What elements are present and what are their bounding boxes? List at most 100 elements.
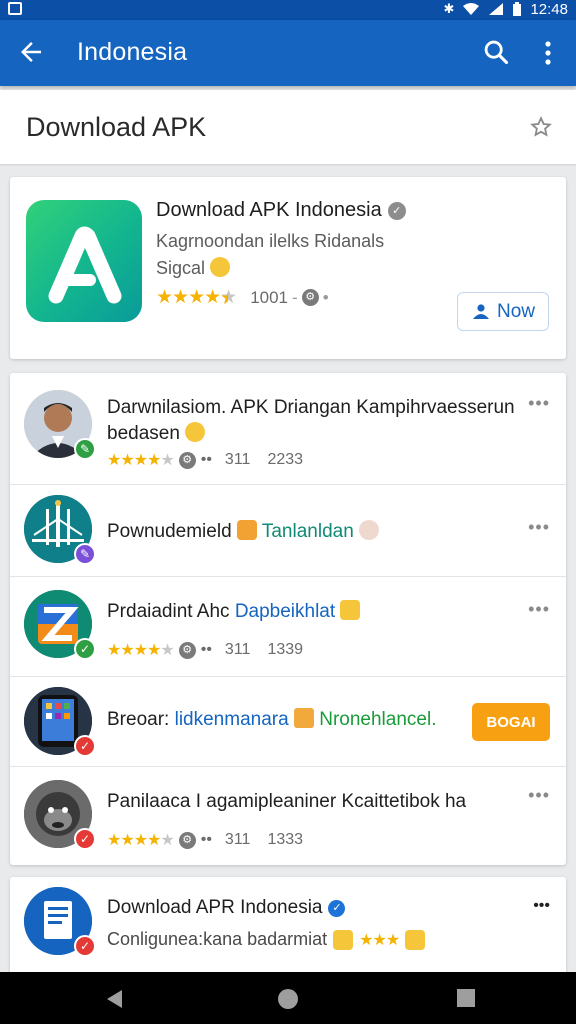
- face-emoji-icon: [236, 520, 257, 540]
- rating-count: 1001: [250, 287, 289, 307]
- bridge-avatar: ✎: [24, 495, 96, 565]
- separator-dot: •: [322, 287, 329, 307]
- app-bar: Indonesia: [0, 20, 576, 86]
- check-badge-icon: ✓: [74, 638, 96, 660]
- list-item[interactable]: ✓ Prdaiadint Ahc Dapbeikhlat ★★★★★ ⚙ •• …: [10, 577, 566, 677]
- section-header: Download APK: [0, 90, 576, 164]
- list-item-title-main: Pownudemield: [107, 521, 232, 542]
- more-options-icon[interactable]: •••: [533, 897, 550, 915]
- check-badge-icon: ✓: [74, 828, 96, 850]
- featured-rating: ★★★★★★ 1001 - ⚙ •: [156, 286, 329, 309]
- app-bar-title: Indonesia: [77, 38, 188, 66]
- meta-value-2: 2233: [267, 451, 304, 468]
- get-button[interactable]: BOGAI: [472, 703, 550, 741]
- settings-icon: ⚙: [178, 831, 196, 849]
- list-item[interactable]: ✎ Pownudemield Tanlanldan •••: [10, 485, 566, 577]
- list-item[interactable]: ✓ Panilaaca I agamipleaniner Kcaittetibo…: [10, 767, 566, 865]
- list-item[interactable]: ✓ Download APR Indonesia ✓ Conligunea:ka…: [10, 877, 566, 973]
- rating-stars: ★★★★★: [107, 642, 175, 659]
- wifi-icon: [463, 3, 480, 15]
- separator-dots: ••: [200, 641, 212, 658]
- featured-title-row: Download APK Indonesia ✓: [156, 199, 406, 222]
- nav-home-icon[interactable]: [277, 988, 299, 1010]
- notification-icon: [8, 2, 22, 15]
- list-item[interactable]: ✓ Breoar: lidkenmanara Nronehlancel. BOG…: [10, 677, 566, 767]
- search-icon[interactable]: [482, 38, 510, 66]
- lock-emoji-icon: [405, 929, 426, 950]
- settings-icon: ⚙: [178, 641, 196, 659]
- star-outline-icon[interactable]: [530, 116, 552, 138]
- list-item[interactable]: ✎ Darwnilasiom. APK Driangan Kampihrvaes…: [10, 373, 566, 485]
- list-item-title: Breoar: lidkenmanara Nronehlancel.: [107, 707, 467, 733]
- featured-app-card[interactable]: Download APK Indonesia ✓ Kagrnoondan ile…: [10, 177, 566, 359]
- bottom-item-title: Download APR Indonesia: [107, 897, 323, 918]
- settings-icon: ⚙: [178, 451, 196, 469]
- rating-stars: ★★★: [359, 931, 400, 949]
- check-badge-icon: ✓: [74, 735, 96, 757]
- z-logo-avatar: ✓: [24, 590, 96, 660]
- verified-icon: ✓: [328, 899, 346, 917]
- rating-stars: ★★★★★★: [156, 287, 237, 309]
- list-item-title-accent-2: Nronehlancel.: [319, 709, 437, 730]
- gorilla-avatar: ✓: [24, 780, 96, 850]
- more-options-icon[interactable]: •••: [528, 517, 550, 538]
- verified-icon: ✓: [387, 201, 406, 220]
- phone-avatar: ✓: [24, 687, 96, 757]
- list-item-title-text: Panilaaca I agamipleaniner Kcaittetibok …: [107, 791, 467, 812]
- person-add-icon: [472, 303, 489, 319]
- now-button[interactable]: Now: [457, 292, 549, 331]
- smile-emoji-icon: [185, 422, 206, 442]
- featured-subtitle-line2-row: Sigcal: [156, 255, 416, 282]
- rating-stars: ★★★★★: [107, 832, 175, 849]
- more-vert-icon[interactable]: [536, 40, 560, 66]
- meta-value-2: 1333: [267, 831, 304, 848]
- list-item-title-text: Darwnilasiom. APK Driangan Kampihrvaesse…: [107, 397, 515, 444]
- signal-icon: [489, 3, 504, 15]
- app-list: ✎ Darwnilasiom. APK Driangan Kampihrvaes…: [10, 373, 566, 865]
- list-item-title: Prdaiadint Ahc Dapbeikhlat: [107, 599, 527, 625]
- lock-emoji-icon: [340, 600, 361, 620]
- meta-value-1: 311: [224, 451, 251, 468]
- list-item-title: Darwnilasiom. APK Driangan Kampihrvaesse…: [107, 395, 527, 447]
- arrow-left-icon[interactable]: [16, 37, 46, 67]
- featured-title: Download APK Indonesia: [156, 199, 382, 221]
- meta-value-1: 311: [224, 831, 251, 848]
- list-item-title-accent: Tanlanldan: [261, 521, 354, 542]
- separator-dots: ••: [200, 451, 212, 468]
- list-item-title: Pownudemield Tanlanldan: [107, 519, 527, 545]
- section-title: Download APK: [26, 112, 207, 142]
- bottom-item-subtitle-row: Conligunea:kana badarmiat ★★★: [107, 929, 426, 950]
- battery-icon: [513, 1, 522, 16]
- shield-emoji-icon: [359, 520, 380, 540]
- status-bar: ✱ 12:48: [0, 0, 576, 20]
- separator-dash: -: [292, 287, 298, 307]
- list-item-meta: ★★★★★ ⚙ •• 311 1333: [107, 830, 303, 850]
- check-badge-icon: ✓: [74, 935, 96, 957]
- nav-recents-icon[interactable]: [456, 988, 476, 1008]
- nav-back-icon[interactable]: [104, 988, 124, 1010]
- status-time: 12:48: [530, 0, 568, 18]
- lock-emoji-icon: [333, 929, 354, 950]
- meta-value-1: 311: [224, 641, 251, 658]
- featured-subtitle: Kagrnoondan ilelks Ridanals Sigcal: [156, 228, 416, 282]
- list-item-title-main: Breoar:: [107, 709, 170, 730]
- person-avatar: ✎: [24, 390, 96, 460]
- more-options-icon[interactable]: •••: [528, 599, 550, 620]
- featured-subtitle-line1: Kagrnoondan ilelks Ridanals: [156, 231, 385, 251]
- document-avatar: ✓: [24, 887, 96, 957]
- featured-subtitle-line2: Sigcal: [156, 258, 206, 278]
- bottom-item-title-row: Download APR Indonesia ✓: [107, 897, 346, 919]
- list-item-title-accent: Dapbeikhlat: [234, 601, 336, 622]
- now-button-label: Now: [496, 300, 535, 322]
- list-item-title: Panilaaca I agamipleaniner Kcaittetibok …: [107, 789, 487, 815]
- edit-badge-icon: ✎: [74, 543, 96, 565]
- more-options-icon[interactable]: •••: [528, 393, 550, 414]
- list-item-meta: ★★★★★ ⚙ •• 311 2233: [107, 450, 303, 470]
- list-item-title-accent-1: lidkenmanara: [174, 709, 289, 730]
- verified-badge-icon: ✎: [74, 438, 96, 460]
- list-item-title-main: Prdaiadint Ahc: [107, 601, 230, 622]
- separator-dots: ••: [200, 831, 212, 848]
- rating-stars: ★★★★★: [107, 452, 175, 469]
- more-options-icon[interactable]: •••: [528, 785, 550, 806]
- meta-value-2: 1339: [267, 641, 304, 658]
